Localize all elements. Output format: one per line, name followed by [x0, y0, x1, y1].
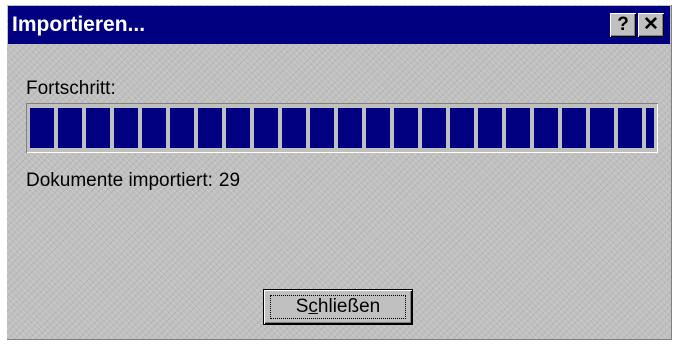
title-bar[interactable]: Importieren... ? ✕: [8, 6, 670, 44]
progress-bar: [26, 103, 658, 153]
help-icon: ?: [617, 14, 629, 35]
import-dialog: Importieren... ? ✕ Fortschritt: Dokument…: [6, 4, 672, 340]
documents-imported-row: Dokumente importiert: 29: [26, 170, 240, 192]
window-title: Importieren...: [12, 13, 146, 36]
close-dialog-button[interactable]: Schließen: [263, 289, 413, 325]
progress-fill: [30, 108, 654, 148]
documents-imported-count: 29: [218, 170, 241, 191]
window-close-button[interactable]: ✕: [638, 13, 664, 37]
close-icon: ✕: [643, 14, 659, 35]
progress-label: Fortschritt:: [26, 78, 116, 99]
help-button[interactable]: ?: [610, 13, 636, 37]
close-button-label: Schließen: [295, 296, 381, 317]
mnemonic-letter: c: [308, 296, 318, 317]
documents-imported-label: Dokumente importiert:: [26, 170, 213, 191]
